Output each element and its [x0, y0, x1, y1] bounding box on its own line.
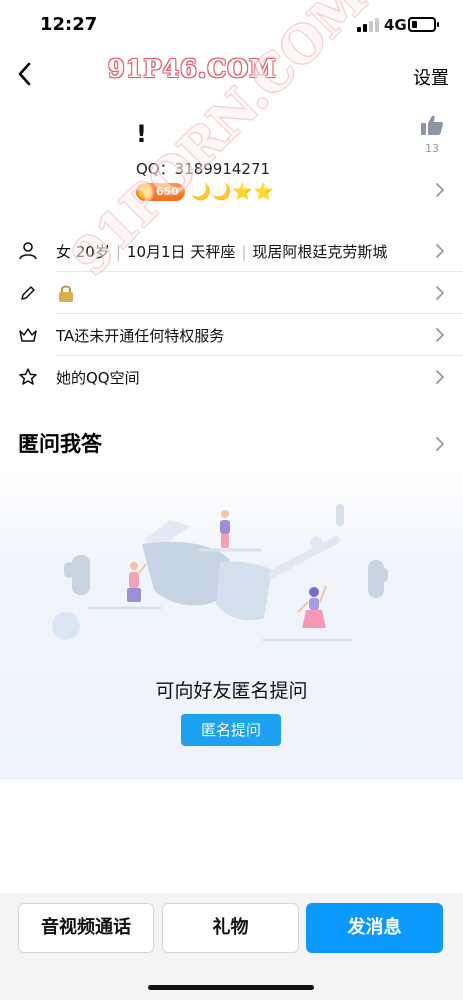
crown-icon [19, 328, 37, 342]
watermark-logo: 91P46.COM [108, 54, 277, 83]
back-arrow-icon[interactable] [14, 60, 36, 88]
battery-icon [408, 17, 439, 32]
coin-value: 650 [156, 185, 179, 198]
divider: | [241, 243, 247, 261]
profile-header[interactable]: ! QQ：3189914271 650 🌙🌙⭐⭐ 13 [0, 110, 463, 220]
gift-button[interactable]: 礼物 [162, 903, 299, 953]
pencil-icon [21, 286, 35, 300]
home-indicator[interactable] [148, 985, 314, 990]
qq-number: QQ：3189914271 [136, 160, 271, 178]
status-bar: 12:27 4G [0, 0, 463, 50]
anonymous-ask-button[interactable]: 匿名提问 [181, 714, 281, 746]
info-row-privilege[interactable]: TA还未开通任何特权服务 [0, 314, 463, 356]
qa-panel: 可向好友匿名提问 匿名提问 [0, 470, 463, 780]
info-row-qzone[interactable]: 她的QQ空间 [0, 356, 463, 398]
coin-badge: 650 [136, 182, 185, 201]
like-count: 13 [425, 142, 439, 155]
privilege-text: TA还未开通任何特权服务 [56, 327, 225, 345]
network-label: 4G [384, 16, 407, 34]
video-call-button[interactable]: 音视频通话 [18, 903, 154, 953]
chevron-right-icon [436, 183, 444, 197]
coin-icon [138, 184, 152, 199]
chevron-right-icon [436, 286, 444, 300]
like-button[interactable]: 13 [419, 114, 445, 155]
star-icon [19, 368, 37, 385]
chevron-right-icon [436, 328, 444, 342]
location: 现居阿根廷克劳斯城 [252, 243, 388, 261]
info-row-signature[interactable] [0, 272, 463, 314]
qzone-text: 她的QQ空间 [56, 369, 140, 387]
bottom-action-bar: 音视频通话 礼物 发消息 [0, 893, 463, 1000]
info-list: 女 20岁 | 10月1日 天秤座 | 现居阿根廷克劳斯城 TA还未开通任何特权服务 她… [0, 230, 463, 398]
qa-prompt: 可向好友匿名提问 [155, 680, 308, 702]
chevron-right-icon[interactable] [435, 436, 445, 452]
level-row: 650 🌙🌙⭐⭐ [136, 182, 275, 201]
nav-bar: 91P46.COM 设置 [0, 50, 463, 100]
basic-info: 女 20岁 | 10月1日 天秤座 | 现居阿根廷克劳斯城 [56, 241, 387, 262]
nickname: ! [136, 120, 147, 148]
chevron-right-icon [436, 244, 444, 258]
gender-age: 女 20岁 [56, 243, 110, 261]
thumbs-up-icon [421, 115, 444, 135]
sunglasses-illustration [52, 504, 388, 642]
qa-section-title[interactable]: 匿问我答 [18, 428, 102, 458]
info-row-basic[interactable]: 女 20岁 | 10月1日 天秤座 | 现居阿根廷克劳斯城 [0, 230, 463, 272]
birthday: 10月1日 天秤座 [126, 243, 236, 261]
chevron-right-icon [436, 370, 444, 384]
send-message-button[interactable]: 发消息 [306, 903, 443, 953]
person-icon [19, 242, 37, 260]
level-icons: 🌙🌙⭐⭐ [190, 182, 275, 201]
status-time: 12:27 [40, 14, 98, 35]
settings-button[interactable]: 设置 [413, 64, 449, 90]
signal-icon [357, 18, 379, 32]
lock-icon [59, 285, 73, 302]
divider: | [115, 243, 121, 261]
